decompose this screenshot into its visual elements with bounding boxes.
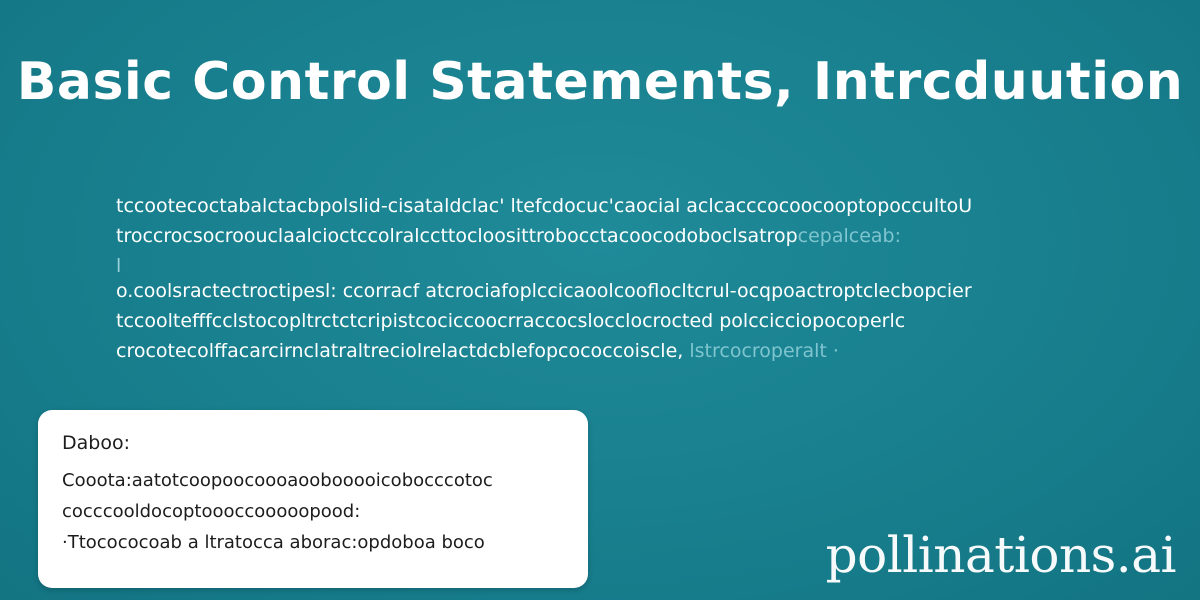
paragraph-1-line-1: tccootecoctabalctacbpolslid-cisataldclac… — [116, 195, 973, 217]
page-title: Basic Control Statements, Intrcduution — [16, 52, 1184, 112]
paragraph-1-line-2-text: troccrocsocroouclaalcioctccolralccttoclo… — [116, 225, 798, 247]
paragraph-2-line-2: tccooltefffcclstocopltrctctcripistcocicc… — [116, 310, 906, 332]
paragraph-1-line-2-faded-text: cepalceab: — [797, 225, 901, 247]
body-paragraph-2: o.coolsractectroctipesl: ccorracf atcroc… — [116, 276, 1076, 366]
info-card-line-3: ·Ttocococoab a ltratocca aborac:opdoboa … — [62, 532, 485, 553]
paragraph-2-line-3: crocotecolffacarcirnclatraltreciolrelact… — [116, 336, 1076, 366]
info-card: Daboo: Cooota:aatotcoopoocoooaoobooooico… — [38, 410, 588, 588]
info-card-line-1: Cooota:aatotcoopoocoooaoobooooicobocccot… — [62, 470, 493, 491]
paragraph-2-line-3-faded-text: lstrcocroperalt · — [689, 340, 839, 362]
info-card-line-2: cocccooldocoptoooccooooopood: — [62, 501, 361, 522]
watermark-logo: pollinations.ai — [825, 526, 1177, 584]
paragraph-2-line-3-text: crocotecolffacarcirnclatraltreciolrelact… — [116, 340, 684, 362]
info-card-label: Daboo: — [62, 432, 130, 454]
paragraph-1-line-2: troccrocsocroouclaalcioctccolralccttoclo… — [116, 221, 1076, 251]
paragraph-2-line-1: o.coolsractectroctipesl: ccorracf atcroc… — [116, 280, 972, 302]
body-paragraph-1: tccootecoctabalctacbpolslid-cisataldclac… — [116, 191, 1076, 281]
